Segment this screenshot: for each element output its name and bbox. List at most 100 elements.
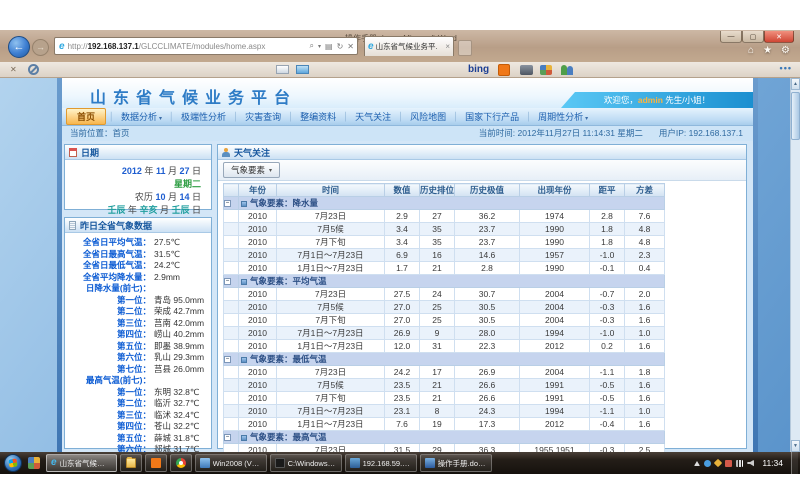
taskbar-button-4[interactable]: C:\Windows\s... xyxy=(270,454,342,472)
ie-icon: e xyxy=(51,458,57,468)
rank-label: 第五位： xyxy=(65,341,151,353)
scroll-down-arrow-icon[interactable]: ▼ xyxy=(791,440,800,452)
nav-item-2[interactable]: 极端性分析 xyxy=(174,110,233,123)
url-text[interactable]: http://192.168.137.1/GLCCLIMATE/modules/… xyxy=(68,42,266,51)
scrollbar-thumb[interactable] xyxy=(791,92,800,140)
search-icon[interactable]: ⌕ xyxy=(310,41,314,51)
more-options[interactable]: ••• xyxy=(780,63,792,73)
element-selector-button[interactable]: 气象要素▾ xyxy=(223,162,280,178)
show-desktop-button[interactable] xyxy=(791,452,798,474)
group-expander[interactable]: – xyxy=(224,353,239,366)
taskbar-button-1[interactable] xyxy=(145,454,167,472)
nav-item-4[interactable]: 整编资料 xyxy=(293,110,343,123)
col-header-4[interactable]: 历史极值 xyxy=(455,184,520,197)
section-title-label: 最高气温(前七)： xyxy=(65,375,151,387)
tray-alert-icon[interactable] xyxy=(714,459,722,467)
cell: 2010 xyxy=(239,418,277,431)
cell: 6.9 xyxy=(385,249,420,262)
table-row: 20107月下旬3.43523.719901.84.8 xyxy=(224,236,665,249)
group-expander[interactable]: – xyxy=(224,275,239,288)
palette-icon[interactable] xyxy=(540,65,552,75)
cards-icon[interactable] xyxy=(276,65,289,74)
address-bar[interactable]: e http://192.168.137.1/GLCCLIMATE/module… xyxy=(54,37,358,55)
cell: 2004 xyxy=(520,301,590,314)
browser-tab[interactable]: e 山东省气候业务平... × xyxy=(364,36,454,56)
weather-rank-row: 第五位：即墨 38.9mm xyxy=(65,341,211,353)
nav-item-3[interactable]: 灾害查询 xyxy=(238,110,288,123)
taskbar-clock[interactable]: 11:34 xyxy=(762,458,783,468)
orange-app-icon[interactable] xyxy=(498,64,510,76)
pinned-app-icon[interactable] xyxy=(28,457,40,469)
taskbar-active-window[interactable]: e 山东省气候业务平... xyxy=(46,454,117,472)
cell: 25 xyxy=(420,314,455,327)
compatibility-icon[interactable]: ▤ xyxy=(325,42,333,51)
taskbar-button-0[interactable] xyxy=(120,454,142,472)
window-caption-buttons: — ▢ ✕ xyxy=(720,31,794,43)
tab-close-icon[interactable]: × xyxy=(445,42,450,51)
col-header-5[interactable]: 出现年份 xyxy=(520,184,590,197)
weather-stat-row: 全省日最高气温：31.5℃ xyxy=(65,249,211,261)
weather-rank-row: 第二位：临沂 32.7℃ xyxy=(65,398,211,410)
mail-icon[interactable] xyxy=(296,65,309,74)
cell: 1991 xyxy=(520,379,590,392)
collapse-icon[interactable]: – xyxy=(224,200,231,207)
cell: 1.8 xyxy=(625,366,665,379)
scroll-up-arrow-icon[interactable]: ▲ xyxy=(791,78,800,90)
refresh-icon[interactable]: ↻ xyxy=(337,42,344,51)
new-tab-button[interactable] xyxy=(458,40,472,56)
tray-action-center-icon[interactable] xyxy=(725,460,732,467)
addon-close-icon[interactable]: ✕ xyxy=(10,65,17,74)
weather-rank-row: 第六位：乳山 29.3mm xyxy=(65,352,211,364)
taskbar-button-5[interactable]: 192.168.59.99... xyxy=(345,454,417,472)
taskbar-button-6[interactable]: 操作手册.docx ... xyxy=(420,454,492,472)
maximize-button[interactable]: ▢ xyxy=(742,31,764,43)
start-button[interactable] xyxy=(4,454,22,472)
back-button[interactable]: ← xyxy=(8,36,30,58)
group-expander[interactable]: – xyxy=(224,431,239,444)
cell: -1.1 xyxy=(590,405,625,418)
col-header-6[interactable]: 距平 xyxy=(590,184,625,197)
tray-network-icon[interactable] xyxy=(736,460,743,467)
close-button[interactable]: ✕ xyxy=(764,31,794,43)
rank-value: 郯城 31.7℃ xyxy=(151,444,199,452)
minimize-button[interactable]: — xyxy=(720,31,742,43)
nav-item-8[interactable]: 周期性分析▾ xyxy=(531,110,595,123)
nav-item-7[interactable]: 国家下行产品 xyxy=(458,110,526,123)
col-header-1[interactable]: 时间 xyxy=(277,184,385,197)
collapse-icon[interactable]: – xyxy=(224,356,231,363)
camera-icon[interactable] xyxy=(520,65,533,75)
table-row: 20107月1日～7月23日26.9928.01994-1.01.0 xyxy=(224,327,665,340)
taskbar-button-2[interactable] xyxy=(170,454,192,472)
col-header-0[interactable]: 年份 xyxy=(239,184,277,197)
collapse-icon[interactable]: – xyxy=(224,434,231,441)
nav-item-6[interactable]: 风险地图 xyxy=(403,110,453,123)
group-expander[interactable]: – xyxy=(224,197,239,210)
settings-gear-icon[interactable]: ⚙ xyxy=(781,45,790,56)
stat-label: 全省日最低气温： xyxy=(65,260,151,272)
cell: -1.1 xyxy=(590,366,625,379)
forward-button[interactable]: → xyxy=(32,39,49,56)
cell: -1.0 xyxy=(590,327,625,340)
weather-panel-header: 昨日全省气象数据 xyxy=(65,218,211,233)
home-icon[interactable]: ⌂ xyxy=(748,45,754,56)
tray-volume-icon[interactable] xyxy=(747,460,754,467)
stop-icon[interactable]: ✕ xyxy=(347,42,354,51)
nav-item-0[interactable]: 首页 xyxy=(66,108,106,125)
people-icon[interactable] xyxy=(560,65,574,75)
favorites-star-icon[interactable]: ★ xyxy=(763,45,772,56)
bing-logo[interactable]: bing xyxy=(468,64,489,75)
collapse-icon[interactable]: – xyxy=(224,278,231,285)
taskbar-button-3[interactable]: Win2008 (VS2... xyxy=(195,454,267,472)
col-header-3[interactable]: 历史排位 xyxy=(420,184,455,197)
table-row: 20107月下旬23.52126.61991-0.51.6 xyxy=(224,392,665,405)
tray-expand-icon[interactable] xyxy=(694,461,700,466)
cell: 1月1日～7月23日 xyxy=(277,418,385,431)
tray-help-icon[interactable] xyxy=(704,460,711,467)
nav-item-1[interactable]: 数据分析▾ xyxy=(114,110,169,123)
chevron-down-icon[interactable]: ▾ xyxy=(318,43,321,50)
cell: 2004 xyxy=(520,314,590,327)
col-header-2[interactable]: 数值 xyxy=(385,184,420,197)
vertical-scrollbar[interactable]: ▲ ▼ xyxy=(790,78,800,452)
col-header-7[interactable]: 方差 xyxy=(625,184,665,197)
nav-item-5[interactable]: 天气关注 xyxy=(348,110,398,123)
